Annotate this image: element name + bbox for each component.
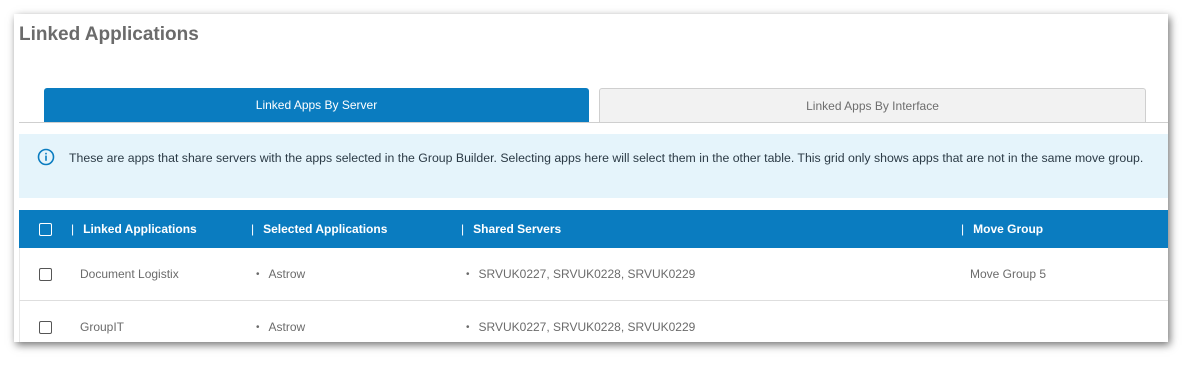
tab-linked-apps-by-interface[interactable]: Linked Apps By Interface <box>599 88 1146 122</box>
column-label: Shared Servers <box>473 222 562 236</box>
bullet-icon: • <box>256 321 260 333</box>
column-header-linked-applications[interactable]: | Linked Applications <box>71 210 197 248</box>
selected-applications-cell: • Astrow <box>256 248 305 300</box>
shared-servers-item: SRVUK0227, SRVUK0228, SRVUK0229 <box>478 320 696 334</box>
column-separator: | <box>71 222 75 236</box>
info-message: These are apps that share servers with t… <box>69 151 1144 165</box>
linked-apps-table: | Linked Applications | Selected Applica… <box>19 210 1168 342</box>
tab-divider <box>19 122 1168 123</box>
row-checkbox[interactable] <box>39 267 52 281</box>
linked-application-cell: GroupIT <box>80 320 125 334</box>
select-all-cell <box>39 210 52 248</box>
select-all-checkbox[interactable] <box>39 222 52 236</box>
table-row[interactable]: Document Logistix • Astrow • SRVUK0227, … <box>19 248 1168 301</box>
selected-applications-cell: • Astrow <box>256 301 305 342</box>
row-select-cell <box>39 248 52 300</box>
column-separator: | <box>251 222 255 236</box>
column-separator: | <box>961 222 965 236</box>
table-header: | Linked Applications | Selected Applica… <box>19 210 1168 248</box>
shared-servers-cell: • SRVUK0227, SRVUK0228, SRVUK0229 <box>466 301 695 342</box>
selected-application-item: Astrow <box>268 267 306 281</box>
info-icon <box>37 148 55 166</box>
column-header-shared-servers[interactable]: | Shared Servers <box>461 210 561 248</box>
move-group-cell: Move Group 5 <box>970 267 1047 281</box>
table-row[interactable]: GroupIT • Astrow • SRVUK0227, SRVUK0228,… <box>19 301 1168 342</box>
bullet-icon: • <box>466 268 470 280</box>
column-header-move-group[interactable]: | Move Group <box>961 210 1043 248</box>
column-header-selected-applications[interactable]: | Selected Applications <box>251 210 387 248</box>
column-separator: | <box>461 222 465 236</box>
page-title: Linked Applications <box>19 24 199 45</box>
linked-application-cell: Document Logistix <box>80 267 179 281</box>
bullet-icon: • <box>256 268 260 280</box>
linked-applications-panel: Linked Applications Linked Apps By Serve… <box>14 14 1168 342</box>
bullet-icon: • <box>466 321 470 333</box>
shared-servers-cell: • SRVUK0227, SRVUK0228, SRVUK0229 <box>466 248 695 300</box>
info-banner: These are apps that share servers with t… <box>19 134 1168 198</box>
column-label: Linked Applications <box>83 222 197 236</box>
tab-linked-apps-by-server[interactable]: Linked Apps By Server <box>44 88 589 122</box>
shared-servers-item: SRVUK0227, SRVUK0228, SRVUK0229 <box>478 267 696 281</box>
selected-application-item: Astrow <box>268 320 306 334</box>
row-checkbox[interactable] <box>39 320 52 334</box>
row-select-cell <box>39 301 52 342</box>
column-label: Move Group <box>973 222 1044 236</box>
column-label: Selected Applications <box>263 222 388 236</box>
